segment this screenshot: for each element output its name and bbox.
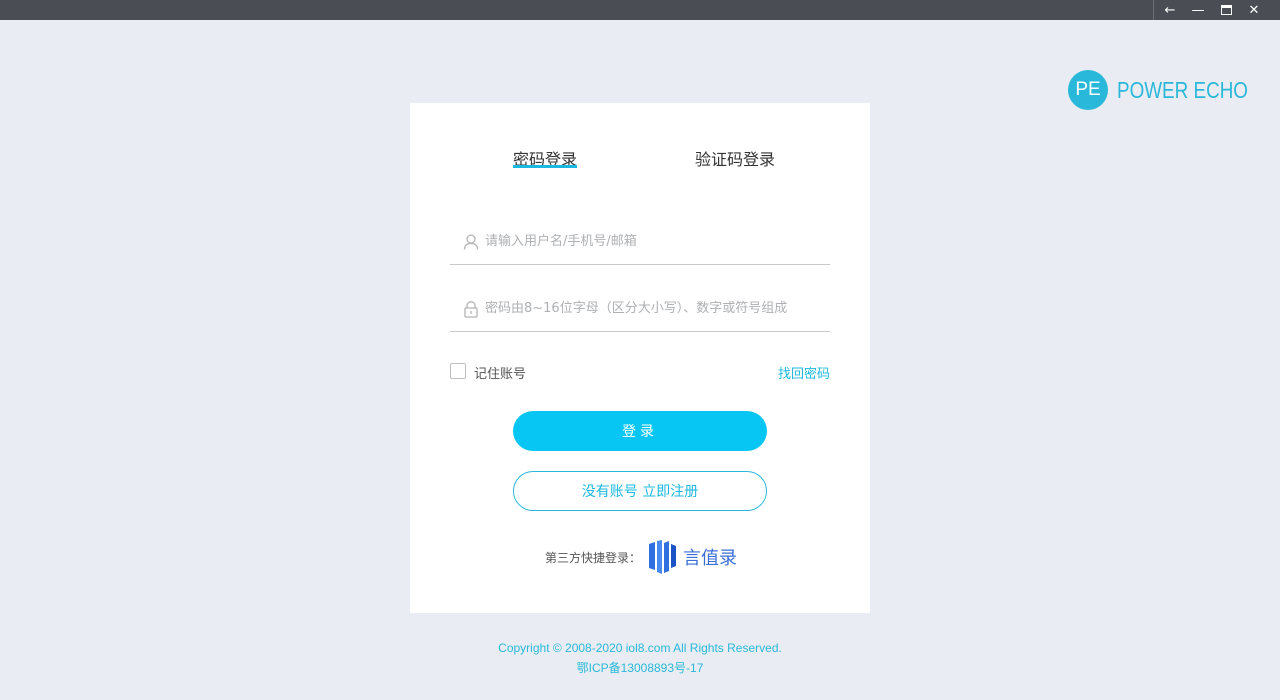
active-tab-indicator <box>513 165 577 168</box>
tab-code-login[interactable]: 验证码登录 <box>695 146 775 170</box>
remember-checkbox[interactable] <box>450 363 466 379</box>
username-field-wrapper <box>450 225 830 265</box>
brand-badge: PE <box>1068 70 1108 110</box>
forgot-password-link[interactable]: 找回密码 <box>778 363 830 382</box>
footer-copyright: Copyright © 2008-2020 iol8.com All Right… <box>498 641 782 655</box>
yanzhilu-logo-icon <box>649 540 677 574</box>
brand-name: POWER ECHO <box>1117 76 1248 103</box>
third-party-label: 第三方快捷登录： <box>545 550 642 565</box>
window-titlebar: ← — ✕ <box>0 0 1280 20</box>
yanzhilu-name: 言值录 <box>683 548 738 569</box>
footer-icp[interactable]: 鄂ICP备13008893号-17 <box>0 659 1280 676</box>
lock-icon <box>464 301 478 318</box>
titlebar-divider <box>1153 0 1154 20</box>
login-button[interactable]: 登录 <box>513 411 767 451</box>
user-icon <box>463 234 479 250</box>
minimize-icon[interactable]: — <box>1184 0 1212 20</box>
maximize-icon[interactable] <box>1212 0 1240 20</box>
back-icon[interactable]: ← <box>1156 0 1184 20</box>
window-controls: ← — ✕ <box>1153 0 1268 20</box>
password-input[interactable] <box>485 294 825 322</box>
password-field-wrapper <box>450 292 830 332</box>
yanzhilu-login-link[interactable]: 言值录 <box>647 540 737 574</box>
login-card: 密码登录 验证码登录 记住账号 找回密码 登录 没有账号 立即注册 第三方快捷登… <box>410 103 870 613</box>
username-input[interactable] <box>485 227 825 255</box>
remember-label: 记住账号 <box>474 367 527 382</box>
register-button[interactable]: 没有账号 立即注册 <box>513 471 767 511</box>
third-party-login: 第三方快捷登录： 言值录 <box>545 540 737 574</box>
brand-logo: PE POWER ECHO <box>1068 70 1277 110</box>
close-icon[interactable]: ✕ <box>1240 0 1268 20</box>
